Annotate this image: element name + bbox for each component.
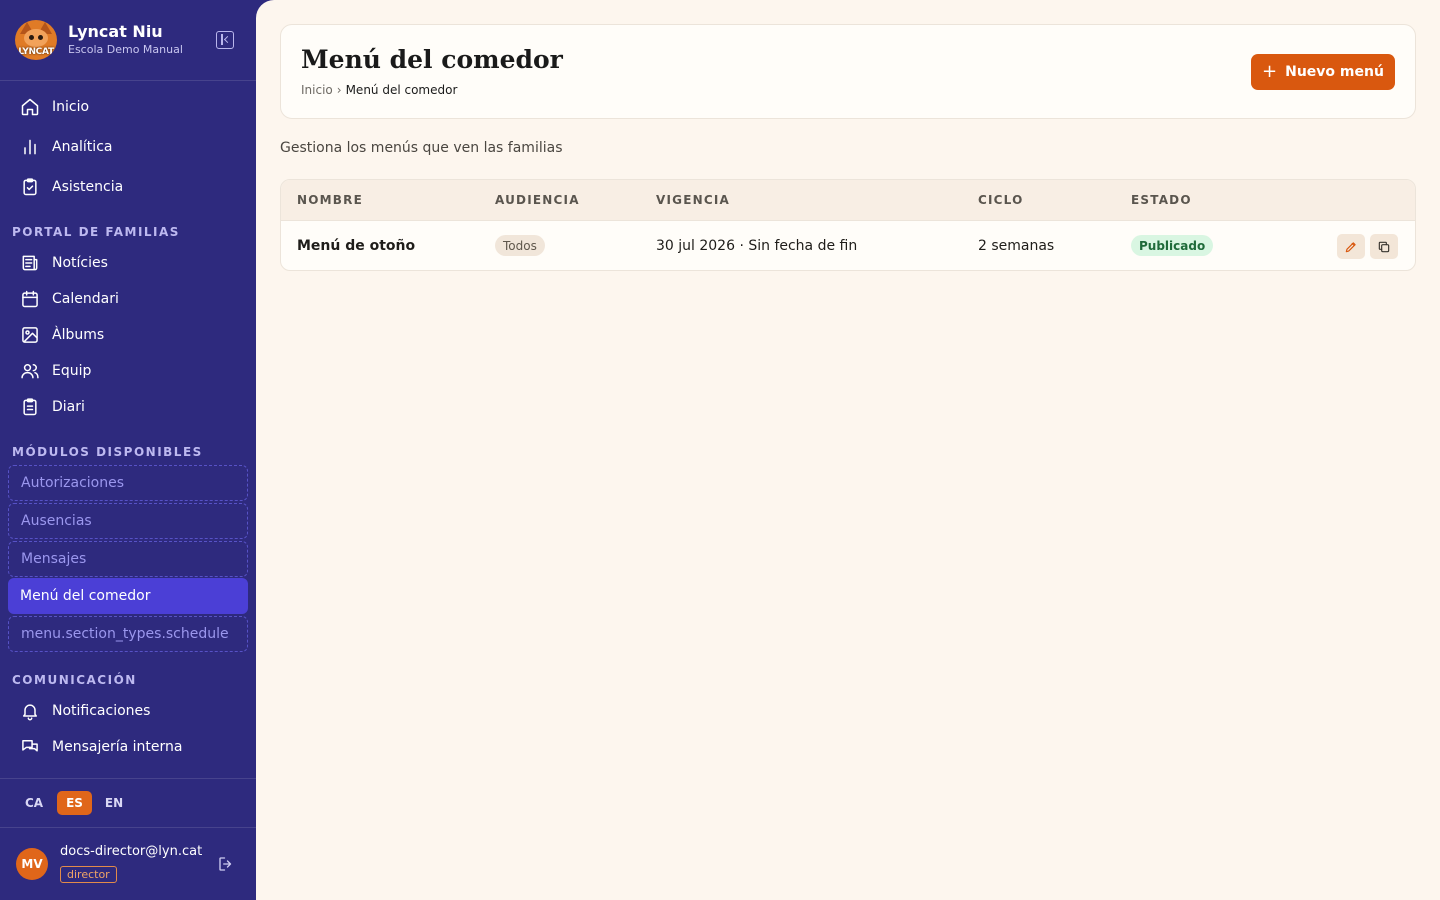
breadcrumb: Inicio › Menú del comedor [301, 83, 457, 97]
main-content: Menú del comedor Inicio › Menú del comed… [256, 0, 1440, 900]
sidebar-divider [0, 827, 256, 828]
newspaper-icon [20, 253, 40, 273]
sidebar-item-diari[interactable]: Diari [8, 389, 248, 425]
sidebar-item-albums[interactable]: Àlbums [8, 317, 248, 353]
sidebar-item-calendari[interactable]: Calendari [8, 281, 248, 317]
sidebar-item-analitica[interactable]: Analítica [8, 129, 248, 165]
bell-icon [20, 701, 40, 721]
module-item-autorizaciones[interactable]: Autorizaciones [8, 465, 248, 501]
sidebar-item-label: Asistencia [52, 179, 124, 195]
sidebar-item-label: Inicio [52, 99, 90, 115]
sidebar-item-inicio[interactable]: Inicio [8, 89, 248, 125]
breadcrumb-home-link[interactable]: Inicio [301, 83, 333, 97]
plus-icon: + [1262, 61, 1278, 82]
brand-header: LYNCAT Lyncat Niu Escola Demo Manual [0, 0, 256, 81]
lang-en-button[interactable]: EN [100, 791, 128, 815]
clipboard-check-icon [20, 177, 40, 197]
logout-icon[interactable] [217, 855, 235, 873]
sidebar-item-label: Equip [52, 363, 92, 379]
table-header: NOMBRE AUDIENCIA VIGENCIA CICLO ESTADO [281, 180, 1415, 221]
section-title-portal: PORTAL DE FAMILIAS [12, 225, 180, 239]
module-item-menu-comedor[interactable]: Menú del comedor [8, 578, 248, 614]
column-header-audiencia: AUDIENCIA [495, 193, 580, 207]
image-icon [20, 325, 40, 345]
app-name: Lyncat Niu [68, 22, 163, 41]
pencil-icon [1345, 241, 1356, 252]
column-header-nombre: NOMBRE [297, 193, 363, 207]
calendar-icon [20, 289, 40, 309]
sidebar-item-label: Mensajería interna [52, 739, 183, 755]
breadcrumb-current: Menú del comedor [345, 83, 458, 97]
user-email: docs-director@lyn.cat [60, 844, 203, 859]
collapse-sidebar-icon[interactable] [216, 31, 234, 49]
section-title-comms: COMUNICACIÓN [12, 673, 137, 687]
sidebar-item-label: Diari [52, 399, 85, 415]
copy-icon [1378, 241, 1390, 252]
column-header-ciclo: CICLO [978, 193, 1024, 207]
cycle-cell: 2 semanas [978, 238, 1055, 254]
menu-name-cell[interactable]: Menú de otoño [297, 238, 415, 254]
sidebar-item-notificaciones[interactable]: Notificaciones [8, 693, 248, 729]
lyncat-logo: LYNCAT [15, 20, 57, 60]
audience-chip: Todos [495, 235, 545, 256]
lang-ca-button[interactable]: CA [20, 791, 48, 815]
role-badge: director [60, 866, 117, 883]
page-header: Menú del comedor Inicio › Menú del comed… [280, 24, 1416, 119]
users-icon [20, 361, 40, 381]
column-header-vigencia: VIGENCIA [656, 193, 731, 207]
section-title-modules: MÓDULOS DISPONIBLES [12, 445, 203, 459]
duplicate-button[interactable] [1370, 234, 1398, 259]
module-item-mensajes[interactable]: Mensajes [8, 541, 248, 577]
chat-icon [20, 737, 40, 757]
sidebar-item-asistencia[interactable]: Asistencia [8, 169, 248, 205]
sidebar-item-label: Notícies [52, 255, 108, 271]
sidebar-divider [0, 778, 256, 779]
menus-table: NOMBRE AUDIENCIA VIGENCIA CICLO ESTADO M… [280, 179, 1416, 271]
lang-es-button[interactable]: ES [57, 791, 92, 815]
new-menu-button[interactable]: + Nuevo menú [1251, 54, 1395, 90]
clipboard-list-icon [20, 397, 40, 417]
page-title: Menú del comedor [301, 45, 563, 74]
page-subtitle: Gestiona los menús que ven las familias [280, 140, 563, 156]
sidebar-item-equip[interactable]: Equip [8, 353, 248, 389]
sidebar-item-label: Àlbums [52, 327, 105, 343]
home-icon [20, 97, 40, 117]
bar-chart-icon [20, 137, 40, 157]
sidebar-item-label: Calendari [52, 291, 119, 307]
validity-cell: 30 jul 2026 · Sin fecha de fin [656, 238, 858, 254]
sidebar-item-noticies[interactable]: Notícies [8, 245, 248, 281]
new-menu-label: Nuevo menú [1285, 64, 1384, 80]
sidebar: LYNCAT Lyncat Niu Escola Demo Manual Ini… [0, 0, 256, 900]
status-badge: Publicado [1131, 235, 1214, 256]
school-name: Escola Demo Manual [68, 43, 183, 56]
sidebar-item-label: Analítica [52, 139, 113, 155]
module-item-schedule[interactable]: menu.section_types.schedule [8, 616, 248, 652]
avatar[interactable]: MV [16, 848, 48, 880]
sidebar-item-label: Notificaciones [52, 703, 151, 719]
column-header-estado: ESTADO [1131, 193, 1192, 207]
sidebar-item-mensajeria[interactable]: Mensajería interna [8, 729, 248, 765]
logo-wordmark: LYNCAT [18, 47, 54, 57]
module-item-ausencias[interactable]: Ausencias [8, 503, 248, 539]
edit-button[interactable] [1337, 234, 1365, 259]
breadcrumb-separator: › [336, 83, 342, 97]
